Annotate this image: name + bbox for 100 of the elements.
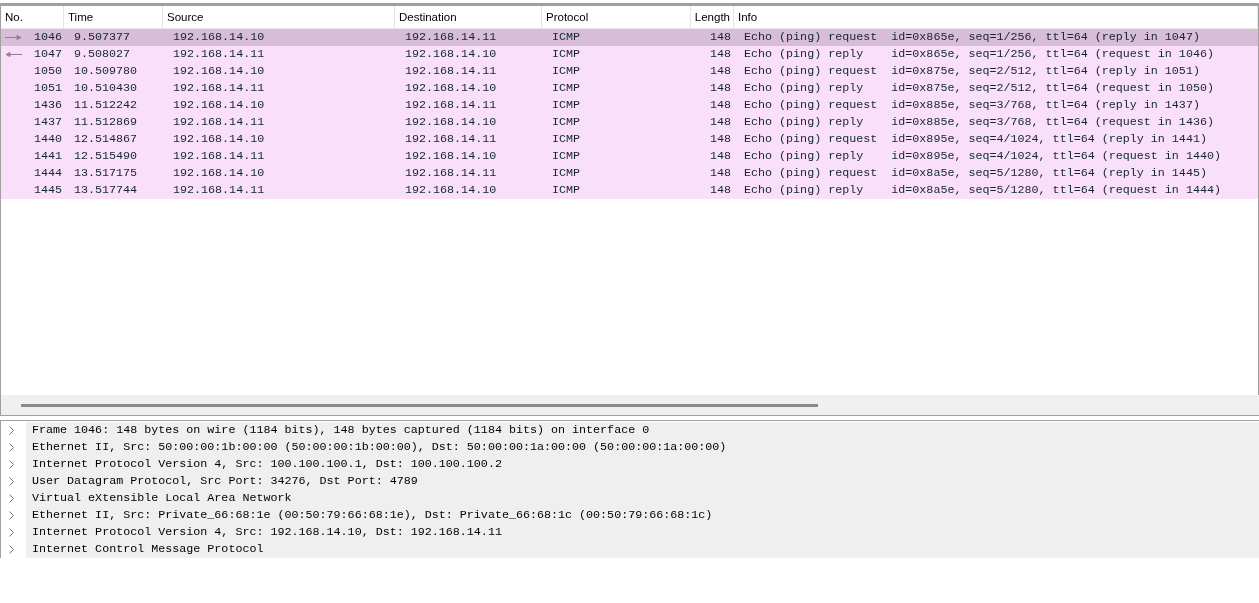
packet-row[interactable]: 1047 9.508027 192.168.14.11 192.168.14.10 ICMP 148 Echo (ping) reply id=0x865e, seq=1/256, ttl=64 (request in 1046) xyxy=(1,46,1258,63)
column-header[interactable]: Protocol xyxy=(542,6,691,28)
length-cell: 148 xyxy=(709,30,731,44)
destination-cell: 192.168.14.10 xyxy=(405,183,497,197)
packet-row[interactable]: 1046 9.507377 192.168.14.10 192.168.14.11 ICMP 148 Echo (ping) request id=0x865e, seq=1/256, ttl=64 (reply in 1047) xyxy=(1,29,1258,46)
source-cell: 192.168.14.10 xyxy=(173,64,265,78)
length-cell: 148 xyxy=(709,132,731,146)
packet-row[interactable]: 1051 10.510430 192.168.14.11 192.168.14.10 ICMP 148 Echo (ping) reply id=0x875e, seq=2/512, ttl=64 (request in 1050) xyxy=(1,80,1258,97)
packet-row[interactable]: 1444 13.517175 192.168.14.10 192.168.14.11 ICMP 148 Echo (ping) request id=0x8a5e, seq=5/1280, ttl=64 (reply in 1445) xyxy=(1,165,1258,182)
expand-chevron-icon[interactable] xyxy=(8,477,15,486)
source-cell: 192.168.14.11 xyxy=(173,183,265,197)
detail-tree-item[interactable]: User Datagram Protocol, Src Port: 34276, Dst Port: 4789 xyxy=(26,473,1259,490)
packet-row[interactable]: 1440 12.514867 192.168.14.10 192.168.14.11 ICMP 148 Echo (ping) request id=0x895e, seq=4/1024, ttl=64 (reply in 1441) xyxy=(1,131,1258,148)
column-header[interactable]: Time xyxy=(64,6,163,28)
detail-tree-item[interactable]: Internet Protocol Version 4, Src: 192.168.14.10, Dst: 192.168.14.11 xyxy=(26,524,1259,541)
time-cell: 10.509780 xyxy=(74,64,138,78)
protocol-cell: ICMP xyxy=(552,64,581,78)
expand-chevron-icon[interactable] xyxy=(8,528,15,537)
packet-row[interactable]: 1445 13.517744 192.168.14.11 192.168.14.10 ICMP 148 Echo (ping) reply id=0x8a5e, seq=5/1280, ttl=64 (request in 1444) xyxy=(1,182,1258,199)
expand-chevron-icon[interactable] xyxy=(8,545,15,554)
protocol-cell: ICMP xyxy=(552,183,581,197)
protocol-cell: ICMP xyxy=(552,30,581,44)
time-cell: 13.517744 xyxy=(74,183,138,197)
protocol-cell: ICMP xyxy=(552,166,581,180)
protocol-cell: ICMP xyxy=(552,132,581,146)
column-header[interactable]: Source xyxy=(163,6,395,28)
destination-cell: 192.168.14.11 xyxy=(405,132,497,146)
time-cell: 12.515490 xyxy=(74,149,138,163)
destination-cell: 192.168.14.10 xyxy=(405,81,497,95)
time-cell: 13.517175 xyxy=(74,166,138,180)
right-arrow-icon xyxy=(5,35,22,40)
packet-row[interactable]: 1441 12.515490 192.168.14.11 192.168.14.10 ICMP 148 Echo (ping) reply id=0x895e, seq=4/1024, ttl=64 (request in 1440) xyxy=(1,148,1258,165)
column-header[interactable]: No. xyxy=(1,6,64,28)
detail-tree-item[interactable]: Ethernet II, Src: 50:00:00:1b:00:00 (50:00:00:1b:00:00), Dst: 50:00:00:1a:00:00 (50:00:00:1a:00:00) xyxy=(26,439,1259,456)
info-cell: Echo (ping) request id=0x885e, seq=3/768, ttl=64 (reply in 1437) xyxy=(744,98,1200,112)
time-cell: 9.508027 xyxy=(74,47,131,61)
length-cell: 148 xyxy=(709,81,731,95)
number-cell: 1444 xyxy=(33,166,62,180)
packet-row[interactable]: 1050 10.509780 192.168.14.10 192.168.14.11 ICMP 148 Echo (ping) request id=0x875e, seq=2/512, ttl=64 (reply in 1051) xyxy=(1,63,1258,80)
info-cell: Echo (ping) reply id=0x865e, seq=1/256, ttl=64 (request in 1046) xyxy=(744,47,1214,61)
number-cell: 1445 xyxy=(33,183,62,197)
length-cell: 148 xyxy=(709,115,731,129)
detail-tree-item[interactable]: Internet Control Message Protocol xyxy=(26,541,1259,558)
packet-row[interactable]: 1437 11.512869 192.168.14.11 192.168.14.10 ICMP 148 Echo (ping) reply id=0x885e, seq=3/768, ttl=64 (request in 1436) xyxy=(1,114,1258,131)
destination-cell: 192.168.14.11 xyxy=(405,98,497,112)
length-cell: 148 xyxy=(709,64,731,78)
info-cell: Echo (ping) request id=0x8a5e, seq=5/1280, ttl=64 (reply in 1445) xyxy=(744,166,1207,180)
length-cell: 148 xyxy=(709,183,731,197)
protocol-cell: ICMP xyxy=(552,47,581,61)
expand-chevron-icon[interactable] xyxy=(8,443,15,452)
number-cell: 1051 xyxy=(33,81,62,95)
horizontal-scrollbar[interactable] xyxy=(21,403,818,407)
length-cell: 148 xyxy=(709,47,731,61)
source-cell: 192.168.14.10 xyxy=(173,166,265,180)
info-cell: Echo (ping) reply id=0x895e, seq=4/1024, ttl=64 (request in 1440) xyxy=(744,149,1221,163)
source-cell: 192.168.14.10 xyxy=(173,132,265,146)
expand-chevron-icon[interactable] xyxy=(8,460,15,469)
detail-tree-item[interactable]: Virtual eXtensible Local Area Network xyxy=(26,490,1259,507)
expand-chevron-icon[interactable] xyxy=(8,511,15,520)
destination-cell: 192.168.14.11 xyxy=(405,64,497,78)
column-header[interactable]: Length xyxy=(691,6,734,28)
destination-cell: 192.168.14.11 xyxy=(405,166,497,180)
number-cell: 1441 xyxy=(33,149,62,163)
info-cell: Echo (ping) request id=0x875e, seq=2/512, ttl=64 (reply in 1051) xyxy=(744,64,1200,78)
number-cell: 1047 xyxy=(33,47,62,61)
expand-chevron-icon[interactable] xyxy=(8,426,15,435)
number-cell: 1436 xyxy=(33,98,62,112)
length-cell: 148 xyxy=(709,149,731,163)
number-cell: 1437 xyxy=(33,115,62,129)
info-cell: Echo (ping) reply id=0x8a5e, seq=5/1280, ttl=64 (request in 1444) xyxy=(744,183,1221,197)
protocol-cell: ICMP xyxy=(552,115,581,129)
length-cell: 148 xyxy=(709,166,731,180)
expand-chevron-icon[interactable] xyxy=(8,494,15,503)
info-cell: Echo (ping) reply id=0x875e, seq=2/512, ttl=64 (request in 1050) xyxy=(744,81,1214,95)
destination-cell: 192.168.14.10 xyxy=(405,149,497,163)
detail-tree-item[interactable]: Frame 1046: 148 bytes on wire (1184 bits), 148 bytes captured (1184 bits) on interface 0 xyxy=(26,422,1259,439)
source-cell: 192.168.14.11 xyxy=(173,47,265,61)
source-cell: 192.168.14.10 xyxy=(173,30,265,44)
detail-tree-item[interactable]: Ethernet II, Src: Private_66:68:1e (00:50:79:66:68:1e), Dst: Private_66:68:1c (00:50:79:66:68:1c) xyxy=(26,507,1259,524)
info-cell: Echo (ping) request id=0x895e, seq=4/1024, ttl=64 (reply in 1441) xyxy=(744,132,1207,146)
column-header[interactable]: Destination xyxy=(395,6,542,28)
detail-tree-item[interactable]: Internet Protocol Version 4, Src: 100.100.100.1, Dst: 100.100.100.2 xyxy=(26,456,1259,473)
column-header[interactable]: Info xyxy=(734,6,1258,28)
time-cell: 12.514867 xyxy=(74,132,138,146)
left-arrow-icon xyxy=(5,52,22,57)
source-cell: 192.168.14.11 xyxy=(173,149,265,163)
packet-row[interactable]: 1436 11.512242 192.168.14.10 192.168.14.11 ICMP 148 Echo (ping) request id=0x885e, seq=3/768, ttl=64 (reply in 1437) xyxy=(1,97,1258,114)
number-cell: 1440 xyxy=(33,132,62,146)
protocol-cell: ICMP xyxy=(552,149,581,163)
protocol-cell: ICMP xyxy=(552,98,581,112)
source-cell: 192.168.14.10 xyxy=(173,98,265,112)
destination-cell: 192.168.14.10 xyxy=(405,47,497,61)
destination-cell: 192.168.14.10 xyxy=(405,115,497,129)
info-cell: Echo (ping) request id=0x865e, seq=1/256, ttl=64 (reply in 1047) xyxy=(744,30,1200,44)
time-cell: 11.512869 xyxy=(74,115,138,129)
number-cell: 1050 xyxy=(33,64,62,78)
time-cell: 9.507377 xyxy=(74,30,131,44)
time-cell: 10.510430 xyxy=(74,81,138,95)
number-cell: 1046 xyxy=(33,30,62,44)
destination-cell: 192.168.14.11 xyxy=(405,30,497,44)
